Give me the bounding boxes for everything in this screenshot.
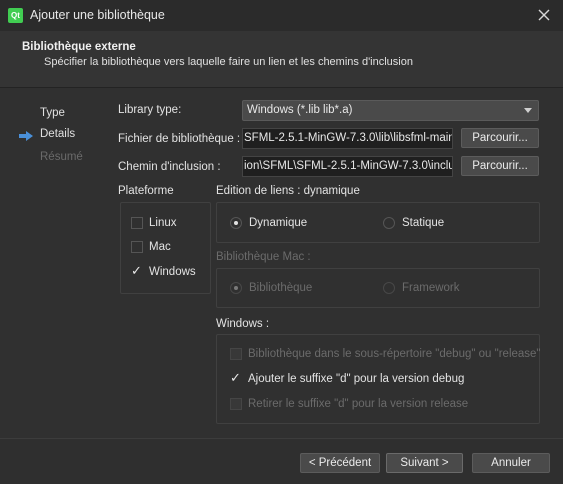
page-title: Bibliothèque externe xyxy=(22,41,136,53)
debug-subdir-label: Bibliothèque dans le sous-répertoire "de… xyxy=(248,348,541,360)
linux-checkbox[interactable] xyxy=(131,217,143,229)
mac-library-group: Bibliothèque Framework xyxy=(216,268,540,308)
dynamic-radio[interactable] xyxy=(230,217,242,229)
linkage-group: Dynamique Statique xyxy=(216,202,540,243)
wizard-footer: < Précédent Suivant > Annuler xyxy=(0,438,563,484)
debug-subdir-checkbox[interactable] xyxy=(230,348,242,360)
library-type-value: Windows (*.lib lib*.a) xyxy=(247,104,353,116)
checkmark-icon: ✓ xyxy=(131,263,142,278)
window-title: Ajouter une bibliothèque xyxy=(30,8,165,22)
library-type-select[interactable]: Windows (*.lib lib*.a) xyxy=(242,100,539,121)
browse-library-button[interactable]: Parcourir... xyxy=(461,128,539,148)
platform-title: Plateforme xyxy=(118,185,174,197)
wizard-header: Bibliothèque externe Spécifier la biblio… xyxy=(0,31,563,88)
step-details: Details xyxy=(40,128,76,140)
cancel-button[interactable]: Annuler xyxy=(472,453,550,473)
qt-creator-icon: Qt xyxy=(8,8,23,23)
remove-d-suffix-label: Retirer le suffixe "d" pour la version r… xyxy=(248,398,469,410)
include-path-label: Chemin d'inclusion : xyxy=(118,161,221,173)
static-radio[interactable] xyxy=(383,217,395,229)
platform-group: Linux Mac ✓ Windows xyxy=(120,202,211,294)
add-d-suffix-checkbox[interactable]: ✓ xyxy=(230,370,242,385)
title-bar: Qt Ajouter une bibliothèque xyxy=(0,0,563,31)
windows-group: Bibliothèque dans le sous-répertoire "de… xyxy=(216,334,541,424)
back-button[interactable]: < Précédent xyxy=(300,453,380,473)
mac-framework-radio[interactable] xyxy=(383,282,395,294)
next-button[interactable]: Suivant > xyxy=(386,453,463,473)
linkage-title: Edition de liens : dynamique xyxy=(216,185,360,197)
mac-library-title: Bibliothèque Mac : xyxy=(216,251,311,263)
current-step-arrow-icon xyxy=(19,131,33,141)
windows-title: Windows : xyxy=(216,318,270,330)
linux-label: Linux xyxy=(149,217,177,229)
checkmark-icon: ✓ xyxy=(230,370,241,385)
step-summary: Résumé xyxy=(40,151,83,163)
step-type: Type xyxy=(40,107,65,119)
mac-library-radio[interactable] xyxy=(230,282,242,294)
close-icon[interactable] xyxy=(535,6,553,24)
browse-include-button[interactable]: Parcourir... xyxy=(461,156,539,176)
dynamic-label: Dynamique xyxy=(249,217,308,229)
include-path-input[interactable]: ion\SFML\SFML-2.5.1-MinGW-7.3.0\include xyxy=(242,156,453,177)
remove-d-suffix-checkbox[interactable] xyxy=(230,398,242,410)
windows-label: Windows xyxy=(149,266,196,278)
chevron-down-icon xyxy=(524,108,532,113)
page-subtitle: Spécifier la bibliothèque vers laquelle … xyxy=(44,56,413,68)
wizard-steps: Type Details Résumé xyxy=(0,88,100,438)
library-file-label: Fichier de bibliothèque : xyxy=(118,133,241,145)
library-type-label: Library type: xyxy=(118,104,182,116)
wizard-body: Type Details Résumé Library type: Window… xyxy=(0,88,563,438)
add-d-suffix-label: Ajouter le suffixe "d" pour la version d… xyxy=(248,373,465,385)
static-label: Statique xyxy=(402,217,445,229)
library-file-input[interactable]: SFML-2.5.1-MinGW-7.3.0\lib\libsfml-main.… xyxy=(242,128,453,149)
mac-framework-label: Framework xyxy=(402,282,460,294)
windows-checkbox[interactable]: ✓ xyxy=(131,263,143,278)
mac-label: Mac xyxy=(149,241,171,253)
mac-checkbox[interactable] xyxy=(131,241,143,253)
mac-library-label: Bibliothèque xyxy=(249,282,313,294)
